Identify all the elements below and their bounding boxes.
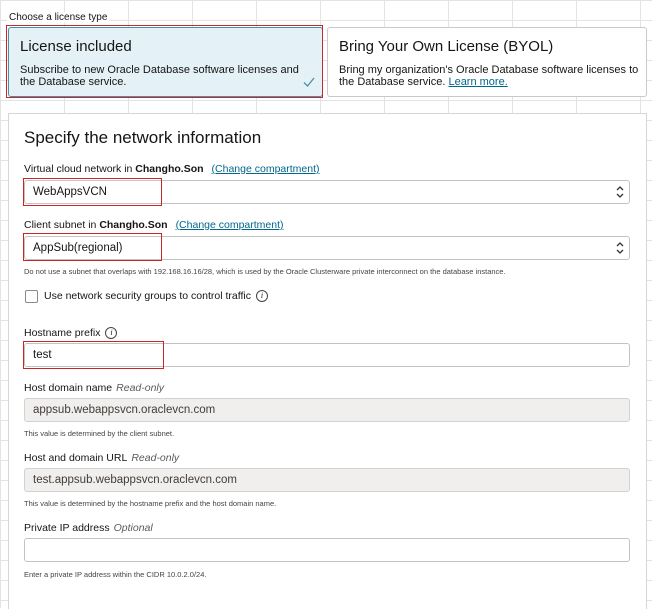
- network-panel: Specify the network information Virtual …: [8, 113, 647, 609]
- host-domain-field: appsub.webappsvcn.oraclevcn.com: [24, 398, 630, 422]
- host-url-help-text: This value is determined by the hostname…: [24, 499, 277, 508]
- private-ip-input[interactable]: [24, 538, 630, 562]
- host-url-field: test.appsub.webappsvcn.oraclevcn.com: [24, 468, 630, 492]
- network-section-title: Specify the network information: [24, 128, 262, 147]
- license-type-label: Choose a license type: [7, 12, 110, 23]
- hostname-label: Hostname prefix i: [24, 327, 118, 340]
- vcn-select-value: WebAppsVCN: [33, 186, 107, 198]
- private-ip-help-text: Enter a private IP address within the CI…: [24, 570, 207, 579]
- up-down-arrows-icon: [616, 186, 624, 198]
- learn-more-link[interactable]: Learn more.: [448, 76, 507, 88]
- byol-card[interactable]: Bring Your Own License (BYOL) Bring my o…: [327, 27, 647, 97]
- license-included-description: Subscribe to new Oracle Database softwar…: [20, 64, 299, 88]
- hostname-input[interactable]: test: [24, 343, 630, 367]
- nsg-checkbox-label: Use network security groups to control t…: [44, 290, 268, 303]
- license-included-card[interactable]: License included Subscribe to new Oracle…: [8, 27, 323, 97]
- host-url-value: test.appsub.webappsvcn.oraclevcn.com: [33, 474, 237, 486]
- vcn-label: Virtual cloud network in Changho.Son (Cha…: [24, 163, 320, 175]
- vcn-select[interactable]: WebAppsVCN: [24, 180, 630, 204]
- nsg-checkbox[interactable]: [25, 290, 38, 303]
- host-domain-label: Host domain name Read-only: [24, 382, 165, 394]
- info-icon[interactable]: i: [105, 327, 118, 340]
- host-url-label: Host and domain URL Read-only: [24, 452, 180, 464]
- subnet-select[interactable]: AppSub(regional): [24, 236, 630, 260]
- private-ip-label: Private IP address Optional: [24, 522, 153, 534]
- host-domain-help-text: This value is determined by the client s…: [24, 429, 175, 438]
- check-icon: [303, 77, 315, 87]
- byol-title: Bring Your Own License (BYOL): [339, 38, 554, 55]
- info-icon[interactable]: i: [255, 290, 268, 303]
- license-included-title: License included: [20, 38, 132, 55]
- subnet-help-text: Do not use a subnet that overlaps with 1…: [24, 267, 506, 276]
- vcn-change-compartment-link[interactable]: (Change compartment): [212, 163, 320, 175]
- up-down-arrows-icon: [616, 242, 624, 254]
- subnet-label: Client subnet in Changho.Son (Change comp…: [24, 219, 284, 231]
- subnet-change-compartment-link[interactable]: (Change compartment): [176, 219, 284, 231]
- byol-description-block: Bring my organization's Oracle Database …: [339, 64, 639, 88]
- subnet-select-value: AppSub(regional): [33, 242, 123, 254]
- hostname-input-value: test: [33, 349, 52, 361]
- host-domain-value: appsub.webappsvcn.oraclevcn.com: [33, 404, 216, 416]
